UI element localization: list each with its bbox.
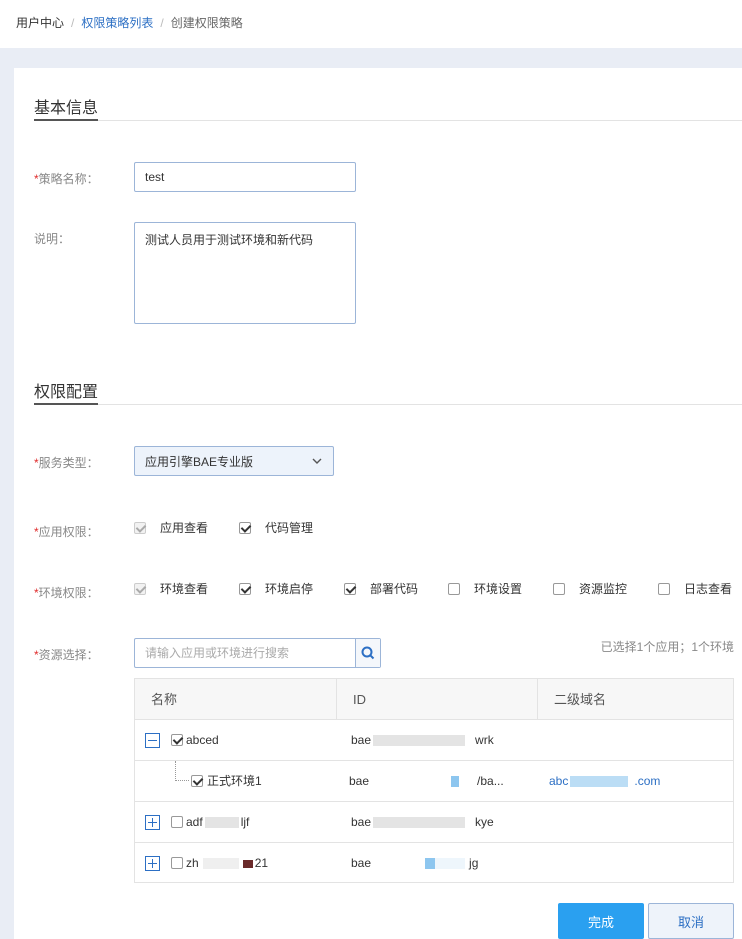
row-checkbox[interactable] xyxy=(171,734,183,746)
top-bar: 用户中心 / 权限策略列表 / 创建权限策略 xyxy=(0,0,742,48)
resource-search xyxy=(134,638,381,668)
app-permission-code: 代码管理 xyxy=(239,519,313,536)
checkbox-log-view[interactable] xyxy=(658,582,670,595)
service-type-select[interactable]: 应用引擎BAE专业版 xyxy=(134,446,334,476)
breadcrumb-separator: / xyxy=(71,16,75,30)
column-header-domain: 二级域名 xyxy=(537,679,733,720)
checkbox-label: 环境设置 xyxy=(474,582,523,596)
row-id: bae/ba... xyxy=(349,774,504,788)
checkbox-env-view[interactable] xyxy=(134,582,146,595)
row-domain[interactable]: abc .com xyxy=(549,761,660,801)
column-header-name: 名称 xyxy=(151,692,178,707)
app-permission-label: *应用权限： xyxy=(34,525,99,539)
checkbox-label: 应用查看 xyxy=(160,521,209,535)
checkbox-label: 日志查看 xyxy=(684,582,733,596)
env-permission-settings: 环境设置 xyxy=(448,580,522,597)
confirm-button[interactable]: 完成 xyxy=(558,903,644,939)
section-divider xyxy=(34,403,742,405)
checkbox-resource-monitor[interactable] xyxy=(553,582,565,595)
row-name: adf ljf xyxy=(186,815,250,829)
checkbox-label: 环境查看 xyxy=(160,582,209,596)
resource-table: 名称 ID 二级域名 abced bae wrk 正式环境1 bae/ba... … xyxy=(134,678,734,883)
column-header-id: ID xyxy=(336,679,537,720)
row-checkbox[interactable] xyxy=(191,775,203,787)
breadcrumb-separator: / xyxy=(160,16,164,30)
env-permission-startstop: 环境启停 xyxy=(239,580,313,597)
table-row[interactable]: adf ljf bae kye xyxy=(135,802,733,843)
form-card: 基本信息 *策略名称： 说明： 测试人员用于测试环境和新代码 权限配置 *服务类… xyxy=(14,68,742,939)
breadcrumb-user-center[interactable]: 用户中心 xyxy=(16,16,64,30)
table-row[interactable]: zh 21 bae jg xyxy=(135,843,733,884)
env-permission-deploy: 部署代码 xyxy=(344,580,418,597)
checkbox-code-manage[interactable] xyxy=(239,521,251,534)
search-icon xyxy=(361,646,375,660)
basic-info-title: 基本信息 xyxy=(34,100,99,117)
description-label: 说明： xyxy=(34,232,71,246)
row-name: 正式环境1 xyxy=(207,774,262,788)
checkbox-label: 资源监控 xyxy=(579,582,628,596)
expand-icon[interactable] xyxy=(145,815,160,830)
cancel-button[interactable]: 取消 xyxy=(648,903,734,939)
checkbox-label: 代码管理 xyxy=(265,521,314,535)
table-row-child[interactable]: 正式环境1 bae/ba... abc .com xyxy=(135,761,733,802)
checkbox-label: 环境启停 xyxy=(265,582,314,596)
section-divider xyxy=(34,119,742,121)
expand-icon[interactable] xyxy=(145,856,160,871)
permission-config-title: 权限配置 xyxy=(34,384,99,401)
resource-select-label: *资源选择： xyxy=(34,648,99,662)
policy-name-label: *策略名称： xyxy=(34,172,99,186)
env-permission-view: 环境查看 xyxy=(134,580,208,597)
table-header: 名称 ID 二级域名 xyxy=(135,679,733,720)
row-name: zh 21 xyxy=(186,856,269,870)
collapse-icon[interactable] xyxy=(145,733,160,748)
service-type-value: 应用引擎BAE专业版 xyxy=(145,454,254,469)
row-id: bae kye xyxy=(351,815,494,829)
checkbox-deploy-code[interactable] xyxy=(344,582,356,595)
chevron-down-icon xyxy=(312,458,322,464)
search-button[interactable] xyxy=(355,639,380,667)
checkbox-env-startstop[interactable] xyxy=(239,582,251,595)
tree-connector xyxy=(175,761,189,781)
row-id: bae jg xyxy=(351,856,479,870)
breadcrumb-policy-list[interactable]: 权限策略列表 xyxy=(81,16,153,30)
env-permission-logs: 日志查看 xyxy=(658,580,732,597)
row-checkbox[interactable] xyxy=(171,857,183,869)
table-row[interactable]: abced bae wrk xyxy=(135,720,733,761)
policy-name-input[interactable] xyxy=(134,162,356,192)
description-textarea[interactable]: 测试人员用于测试环境和新代码 xyxy=(134,222,356,324)
app-permission-view: 应用查看 xyxy=(134,519,208,536)
row-name: abced xyxy=(186,733,219,747)
row-id: bae wrk xyxy=(351,733,494,747)
selected-summary: 已选择1个应用；1个环境 xyxy=(600,640,734,654)
checkbox-app-view[interactable] xyxy=(134,521,146,534)
breadcrumb: 用户中心 / 权限策略列表 / 创建权限策略 xyxy=(16,14,243,31)
checkbox-label: 部署代码 xyxy=(370,582,419,596)
breadcrumb-current: 创建权限策略 xyxy=(170,16,243,30)
row-checkbox[interactable] xyxy=(171,816,183,828)
service-type-label: *服务类型： xyxy=(34,456,99,470)
env-permission-monitor: 资源监控 xyxy=(553,580,627,597)
checkbox-env-settings[interactable] xyxy=(448,582,460,595)
resource-search-input[interactable] xyxy=(135,639,356,667)
env-permission-label: *环境权限： xyxy=(34,586,99,600)
